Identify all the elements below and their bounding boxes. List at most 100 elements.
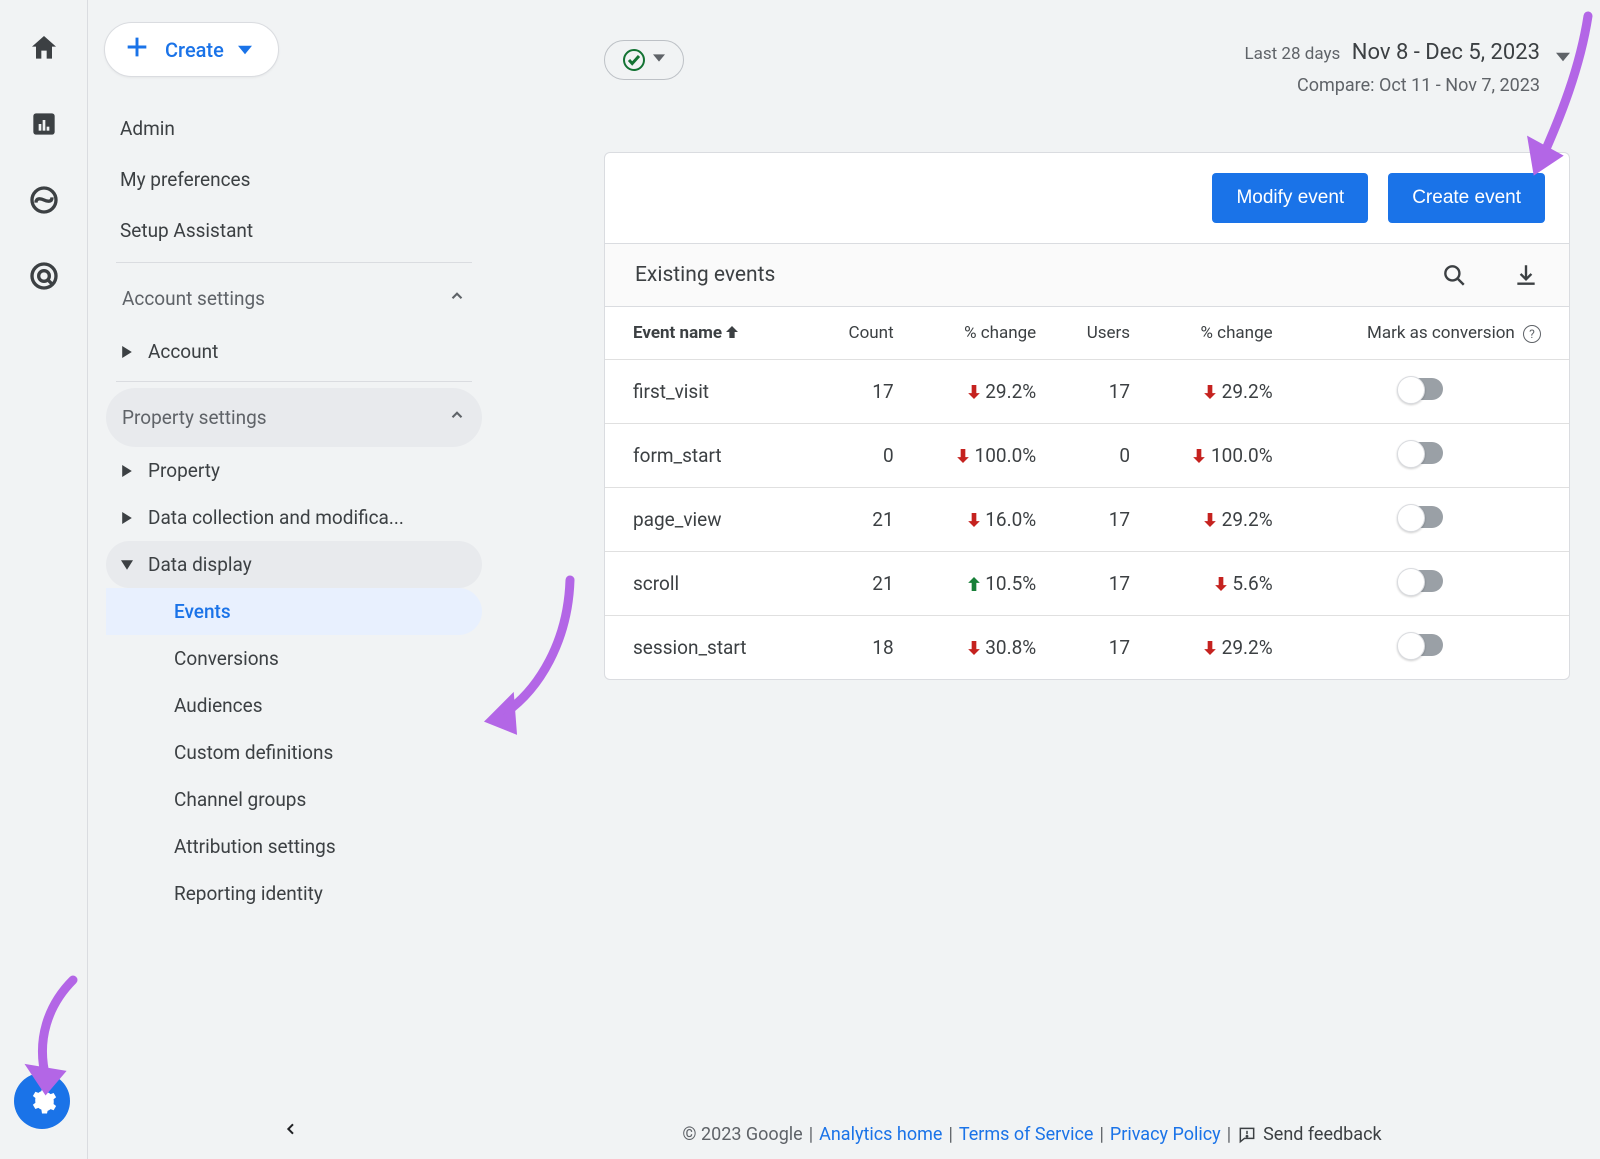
divider — [116, 381, 472, 382]
admin-gear-button[interactable] — [14, 1073, 70, 1129]
col-count-change[interactable]: % change — [914, 307, 1057, 360]
cell-users: 17 — [1056, 552, 1150, 616]
arrow-down-icon — [1192, 444, 1206, 467]
help-icon[interactable]: ? — [1523, 325, 1541, 343]
divider — [116, 262, 472, 263]
cell-users-change: 29.2% — [1150, 488, 1293, 552]
date-range-picker[interactable]: Last 28 days Nov 8 - Dec 5, 2023 Compare… — [1244, 40, 1570, 96]
sort-asc-icon — [726, 323, 738, 343]
advertising-icon[interactable] — [24, 256, 64, 296]
conversion-toggle[interactable] — [1399, 634, 1443, 656]
footer-link-terms[interactable]: Terms of Service — [959, 1124, 1094, 1145]
cell-count: 17 — [817, 360, 913, 424]
send-feedback-button[interactable]: Send feedback — [1237, 1124, 1382, 1145]
sub-item-conversions[interactable]: Conversions — [106, 635, 482, 682]
arrow-down-icon — [956, 444, 970, 467]
check-circle-icon — [623, 49, 645, 71]
table-row: page_view21 16.0%17 29.2% — [605, 488, 1569, 552]
sub-item-custom-definitions[interactable]: Custom definitions — [106, 729, 482, 776]
tree-item-account[interactable]: Account — [106, 328, 482, 375]
sub-item-channel-groups[interactable]: Channel groups — [106, 776, 482, 823]
cell-toggle — [1293, 424, 1569, 488]
admin-sidebar: Create Admin My preferences Setup Assist… — [88, 0, 494, 1159]
caret-right-icon — [116, 512, 138, 524]
conversion-toggle[interactable] — [1399, 506, 1443, 528]
cell-users-change: 29.2% — [1150, 360, 1293, 424]
cell-users: 17 — [1056, 616, 1150, 680]
home-icon[interactable] — [24, 28, 64, 68]
events-table: Event name Count % change Users % change… — [605, 307, 1569, 679]
cell-count: 21 — [817, 552, 913, 616]
cell-users: 17 — [1056, 360, 1150, 424]
arrow-down-icon — [1203, 508, 1217, 531]
tree-item-data-collection[interactable]: Data collection and modifica... — [106, 494, 482, 541]
arrow-down-icon — [967, 636, 981, 659]
date-range: Nov 8 - Dec 5, 2023 — [1352, 40, 1540, 65]
col-event-name[interactable]: Event name — [605, 307, 817, 360]
sidebar-item-preferences[interactable]: My preferences — [106, 154, 482, 205]
conversion-toggle[interactable] — [1399, 378, 1443, 400]
main-content: Last 28 days Nov 8 - Dec 5, 2023 Compare… — [494, 0, 1600, 1159]
col-mark-conversion: Mark as conversion ? — [1293, 307, 1569, 360]
cell-toggle — [1293, 360, 1569, 424]
chevron-up-icon — [448, 406, 466, 429]
cell-toggle — [1293, 552, 1569, 616]
caret-right-icon — [116, 346, 138, 358]
cell-count-change: 29.2% — [914, 360, 1057, 424]
cell-event-name[interactable]: session_start — [605, 616, 817, 680]
search-icon[interactable] — [1441, 262, 1467, 288]
col-users-change[interactable]: % change — [1150, 307, 1293, 360]
table-row: scroll21 10.5%17 5.6% — [605, 552, 1569, 616]
caret-down-icon — [1556, 40, 1570, 68]
conversion-toggle[interactable] — [1399, 442, 1443, 464]
sidebar-item-admin[interactable]: Admin — [106, 103, 482, 154]
page-footer: © 2023 Google | Analytics home | Terms o… — [494, 1124, 1570, 1145]
arrow-down-icon — [967, 380, 981, 403]
sub-item-attribution-settings[interactable]: Attribution settings — [106, 823, 482, 870]
cell-count: 18 — [817, 616, 913, 680]
status-dropdown[interactable] — [604, 40, 684, 80]
arrow-down-icon — [1214, 572, 1228, 595]
data-display-children: Events Conversions Audiences Custom defi… — [106, 588, 482, 917]
cell-count-change: 16.0% — [914, 488, 1057, 552]
cell-users: 0 — [1056, 424, 1150, 488]
section-account-settings[interactable]: Account settings — [106, 269, 482, 328]
modify-event-button[interactable]: Modify event — [1212, 173, 1368, 223]
section-property-settings[interactable]: Property settings — [106, 388, 482, 447]
sub-item-events[interactable]: Events — [106, 588, 482, 635]
events-card: Modify event Create event Existing event… — [604, 152, 1570, 680]
cell-toggle — [1293, 488, 1569, 552]
col-users[interactable]: Users — [1056, 307, 1150, 360]
table-row: session_start18 30.8%17 29.2% — [605, 616, 1569, 680]
cell-count-change: 30.8% — [914, 616, 1057, 680]
arrow-up-icon — [967, 572, 981, 595]
arrow-down-icon — [1203, 380, 1217, 403]
tree-item-data-display[interactable]: Data display — [106, 541, 482, 588]
footer-link-analytics-home[interactable]: Analytics home — [819, 1124, 942, 1145]
cell-event-name[interactable]: scroll — [605, 552, 817, 616]
create-label: Create — [165, 38, 224, 62]
create-button[interactable]: Create — [104, 22, 279, 77]
create-event-button[interactable]: Create event — [1388, 173, 1545, 223]
sidebar-collapse-button[interactable] — [88, 1121, 494, 1137]
arrow-down-icon — [967, 508, 981, 531]
explore-icon[interactable] — [24, 180, 64, 220]
cell-users-change: 5.6% — [1150, 552, 1293, 616]
date-compare: Compare: Oct 11 - Nov 7, 2023 — [1244, 75, 1540, 96]
cell-event-name[interactable]: page_view — [605, 488, 817, 552]
sub-item-reporting-identity[interactable]: Reporting identity — [106, 870, 482, 917]
reports-icon[interactable] — [24, 104, 64, 144]
tree-item-property[interactable]: Property — [106, 447, 482, 494]
date-prefix: Last 28 days — [1244, 44, 1340, 64]
card-title: Existing events — [635, 263, 775, 287]
download-icon[interactable] — [1513, 262, 1539, 288]
cell-event-name[interactable]: first_visit — [605, 360, 817, 424]
cell-toggle — [1293, 616, 1569, 680]
footer-link-privacy[interactable]: Privacy Policy — [1110, 1124, 1221, 1145]
caret-down-icon — [116, 559, 138, 571]
sidebar-item-setup-assistant[interactable]: Setup Assistant — [106, 205, 482, 256]
conversion-toggle[interactable] — [1399, 570, 1443, 592]
col-count[interactable]: Count — [817, 307, 913, 360]
cell-event-name[interactable]: form_start — [605, 424, 817, 488]
sub-item-audiences[interactable]: Audiences — [106, 682, 482, 729]
